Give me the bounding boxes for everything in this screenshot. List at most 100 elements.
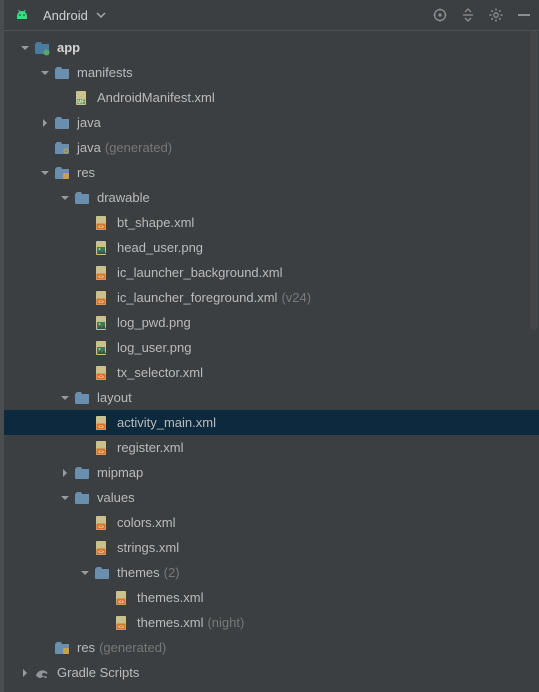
expand-arrow-down-icon[interactable] xyxy=(78,566,92,580)
node-suffix: (v24) xyxy=(281,285,311,310)
xml-orange-icon: <> xyxy=(94,365,110,381)
tree-node-bt-shape[interactable]: <> bt_shape.xml xyxy=(4,210,539,235)
xml-orange-icon: <> xyxy=(94,215,110,231)
node-suffix: (generated) xyxy=(99,635,166,660)
node-label: activity_main.xml xyxy=(117,410,216,435)
tree-node-java[interactable]: java xyxy=(4,110,539,135)
tree-node-register[interactable]: <> register.xml xyxy=(4,435,539,460)
tree-node-drawable[interactable]: drawable xyxy=(4,185,539,210)
expand-arrow-down-icon[interactable] xyxy=(18,41,32,55)
image-icon xyxy=(94,315,110,331)
view-switcher[interactable]: Android xyxy=(14,7,431,23)
svg-text:<>: <> xyxy=(98,299,104,305)
vertical-scrollbar[interactable] xyxy=(529,30,539,692)
select-opened-file-button[interactable] xyxy=(431,6,449,24)
collapse-all-button[interactable] xyxy=(459,6,477,24)
hide-button[interactable] xyxy=(515,6,533,24)
node-label: register.xml xyxy=(117,435,183,460)
folder-icon xyxy=(54,115,70,131)
node-label: app xyxy=(57,35,80,60)
image-icon xyxy=(94,340,110,356)
tree-node-themes-dir[interactable]: themes(2) xyxy=(4,560,539,585)
tree-node-layout[interactable]: layout xyxy=(4,385,539,410)
expand-arrow-down-icon[interactable] xyxy=(38,166,52,180)
expand-arrow-right-icon[interactable] xyxy=(38,116,52,130)
xml-orange-icon: <> xyxy=(94,290,110,306)
manifest-icon: MF xyxy=(74,90,90,106)
tree-node-androidmanifest[interactable]: MF AndroidManifest.xml xyxy=(4,85,539,110)
xml-orange-icon: <> xyxy=(94,440,110,456)
tree-node-log-user[interactable]: log_user.png xyxy=(4,335,539,360)
tree-node-tx-selector[interactable]: <> tx_selector.xml xyxy=(4,360,539,385)
folder-icon xyxy=(74,465,90,481)
xml-orange-icon: <> xyxy=(114,615,130,631)
node-label: head_user.png xyxy=(117,235,203,260)
tree-node-java-gen[interactable]: java(generated) xyxy=(4,135,539,160)
project-tree[interactable]: appmanifestsMFAndroidManifest.xmljavajav… xyxy=(4,31,539,692)
tree-node-res[interactable]: res xyxy=(4,160,539,185)
scrollbar-thumb[interactable] xyxy=(530,30,538,330)
image-icon xyxy=(94,240,110,256)
expand-arrow-down-icon[interactable] xyxy=(58,391,72,405)
tree-node-activity-main[interactable]: <> activity_main.xml xyxy=(4,410,539,435)
expand-arrow-right-icon[interactable] xyxy=(18,666,32,680)
expand-arrow-down-icon[interactable] xyxy=(38,66,52,80)
tree-node-strings[interactable]: <>strings.xml xyxy=(4,535,539,560)
chevron-down-icon xyxy=(94,8,108,22)
folder-icon xyxy=(94,565,110,581)
tree-node-themes2[interactable]: <>themes.xml(night) xyxy=(4,610,539,635)
node-label: AndroidManifest.xml xyxy=(97,85,215,110)
node-label: layout xyxy=(97,385,132,410)
folder-icon xyxy=(54,65,70,81)
svg-text:<>: <> xyxy=(98,424,104,430)
module-icon xyxy=(34,40,50,56)
gradle-icon xyxy=(34,665,50,681)
node-label: ic_launcher_background.xml xyxy=(117,260,282,285)
folder-res-gen-icon xyxy=(54,640,70,656)
node-label: colors.xml xyxy=(117,510,176,535)
view-name: Android xyxy=(43,8,88,23)
node-label: java xyxy=(77,135,101,160)
tree-node-colors[interactable]: <> colors.xml xyxy=(4,510,539,535)
xml-orange-icon: <> xyxy=(94,540,110,556)
tree-node-gradle-scripts[interactable]: Gradle Scripts xyxy=(4,660,539,685)
node-label: res xyxy=(77,160,95,185)
node-label: log_user.png xyxy=(117,335,191,360)
tree-node-themes1[interactable]: <>themes.xml xyxy=(4,585,539,610)
node-label: tx_selector.xml xyxy=(117,360,203,385)
node-label: bt_shape.xml xyxy=(117,210,194,235)
project-panel: Android appmanifests MF AndroidManifest.xm… xyxy=(0,0,539,692)
tree-node-values[interactable]: values xyxy=(4,485,539,510)
tree-node-head-user[interactable]: head_user.png xyxy=(4,235,539,260)
folder-icon xyxy=(74,490,90,506)
node-suffix: (generated) xyxy=(105,135,172,160)
expand-arrow-right-icon[interactable] xyxy=(58,466,72,480)
node-suffix: (night) xyxy=(207,610,244,635)
settings-button[interactable] xyxy=(487,6,505,24)
node-label: themes xyxy=(117,560,160,585)
expand-arrow-down-icon[interactable] xyxy=(58,491,72,505)
tree-node-res-gen[interactable]: res(generated) xyxy=(4,635,539,660)
node-label: values xyxy=(97,485,135,510)
android-icon xyxy=(14,7,30,23)
tree-node-manifests[interactable]: manifests xyxy=(4,60,539,85)
folder-res-icon xyxy=(54,165,70,181)
tree-node-ic-fg[interactable]: <>ic_launcher_foreground.xml(v24) xyxy=(4,285,539,310)
svg-text:MF: MF xyxy=(77,99,84,105)
tree-node-mipmap[interactable]: mipmap xyxy=(4,460,539,485)
svg-text:<>: <> xyxy=(98,374,104,380)
expand-arrow-down-icon[interactable] xyxy=(58,191,72,205)
svg-text:<>: <> xyxy=(98,549,104,555)
node-label: res xyxy=(77,635,95,660)
node-label: manifests xyxy=(77,60,133,85)
svg-text:<>: <> xyxy=(98,524,104,530)
tree-node-app[interactable]: app xyxy=(4,35,539,60)
tree-node-ic-bg[interactable]: <>ic_launcher_background.xml xyxy=(4,260,539,285)
node-label: mipmap xyxy=(97,460,143,485)
tree-node-log-pwd[interactable]: log_pwd.png xyxy=(4,310,539,335)
svg-text:<>: <> xyxy=(118,599,124,605)
svg-text:<>: <> xyxy=(98,449,104,455)
node-label: java xyxy=(77,110,101,135)
node-label: Gradle Scripts xyxy=(57,660,139,685)
xml-orange-icon: <> xyxy=(94,415,110,431)
